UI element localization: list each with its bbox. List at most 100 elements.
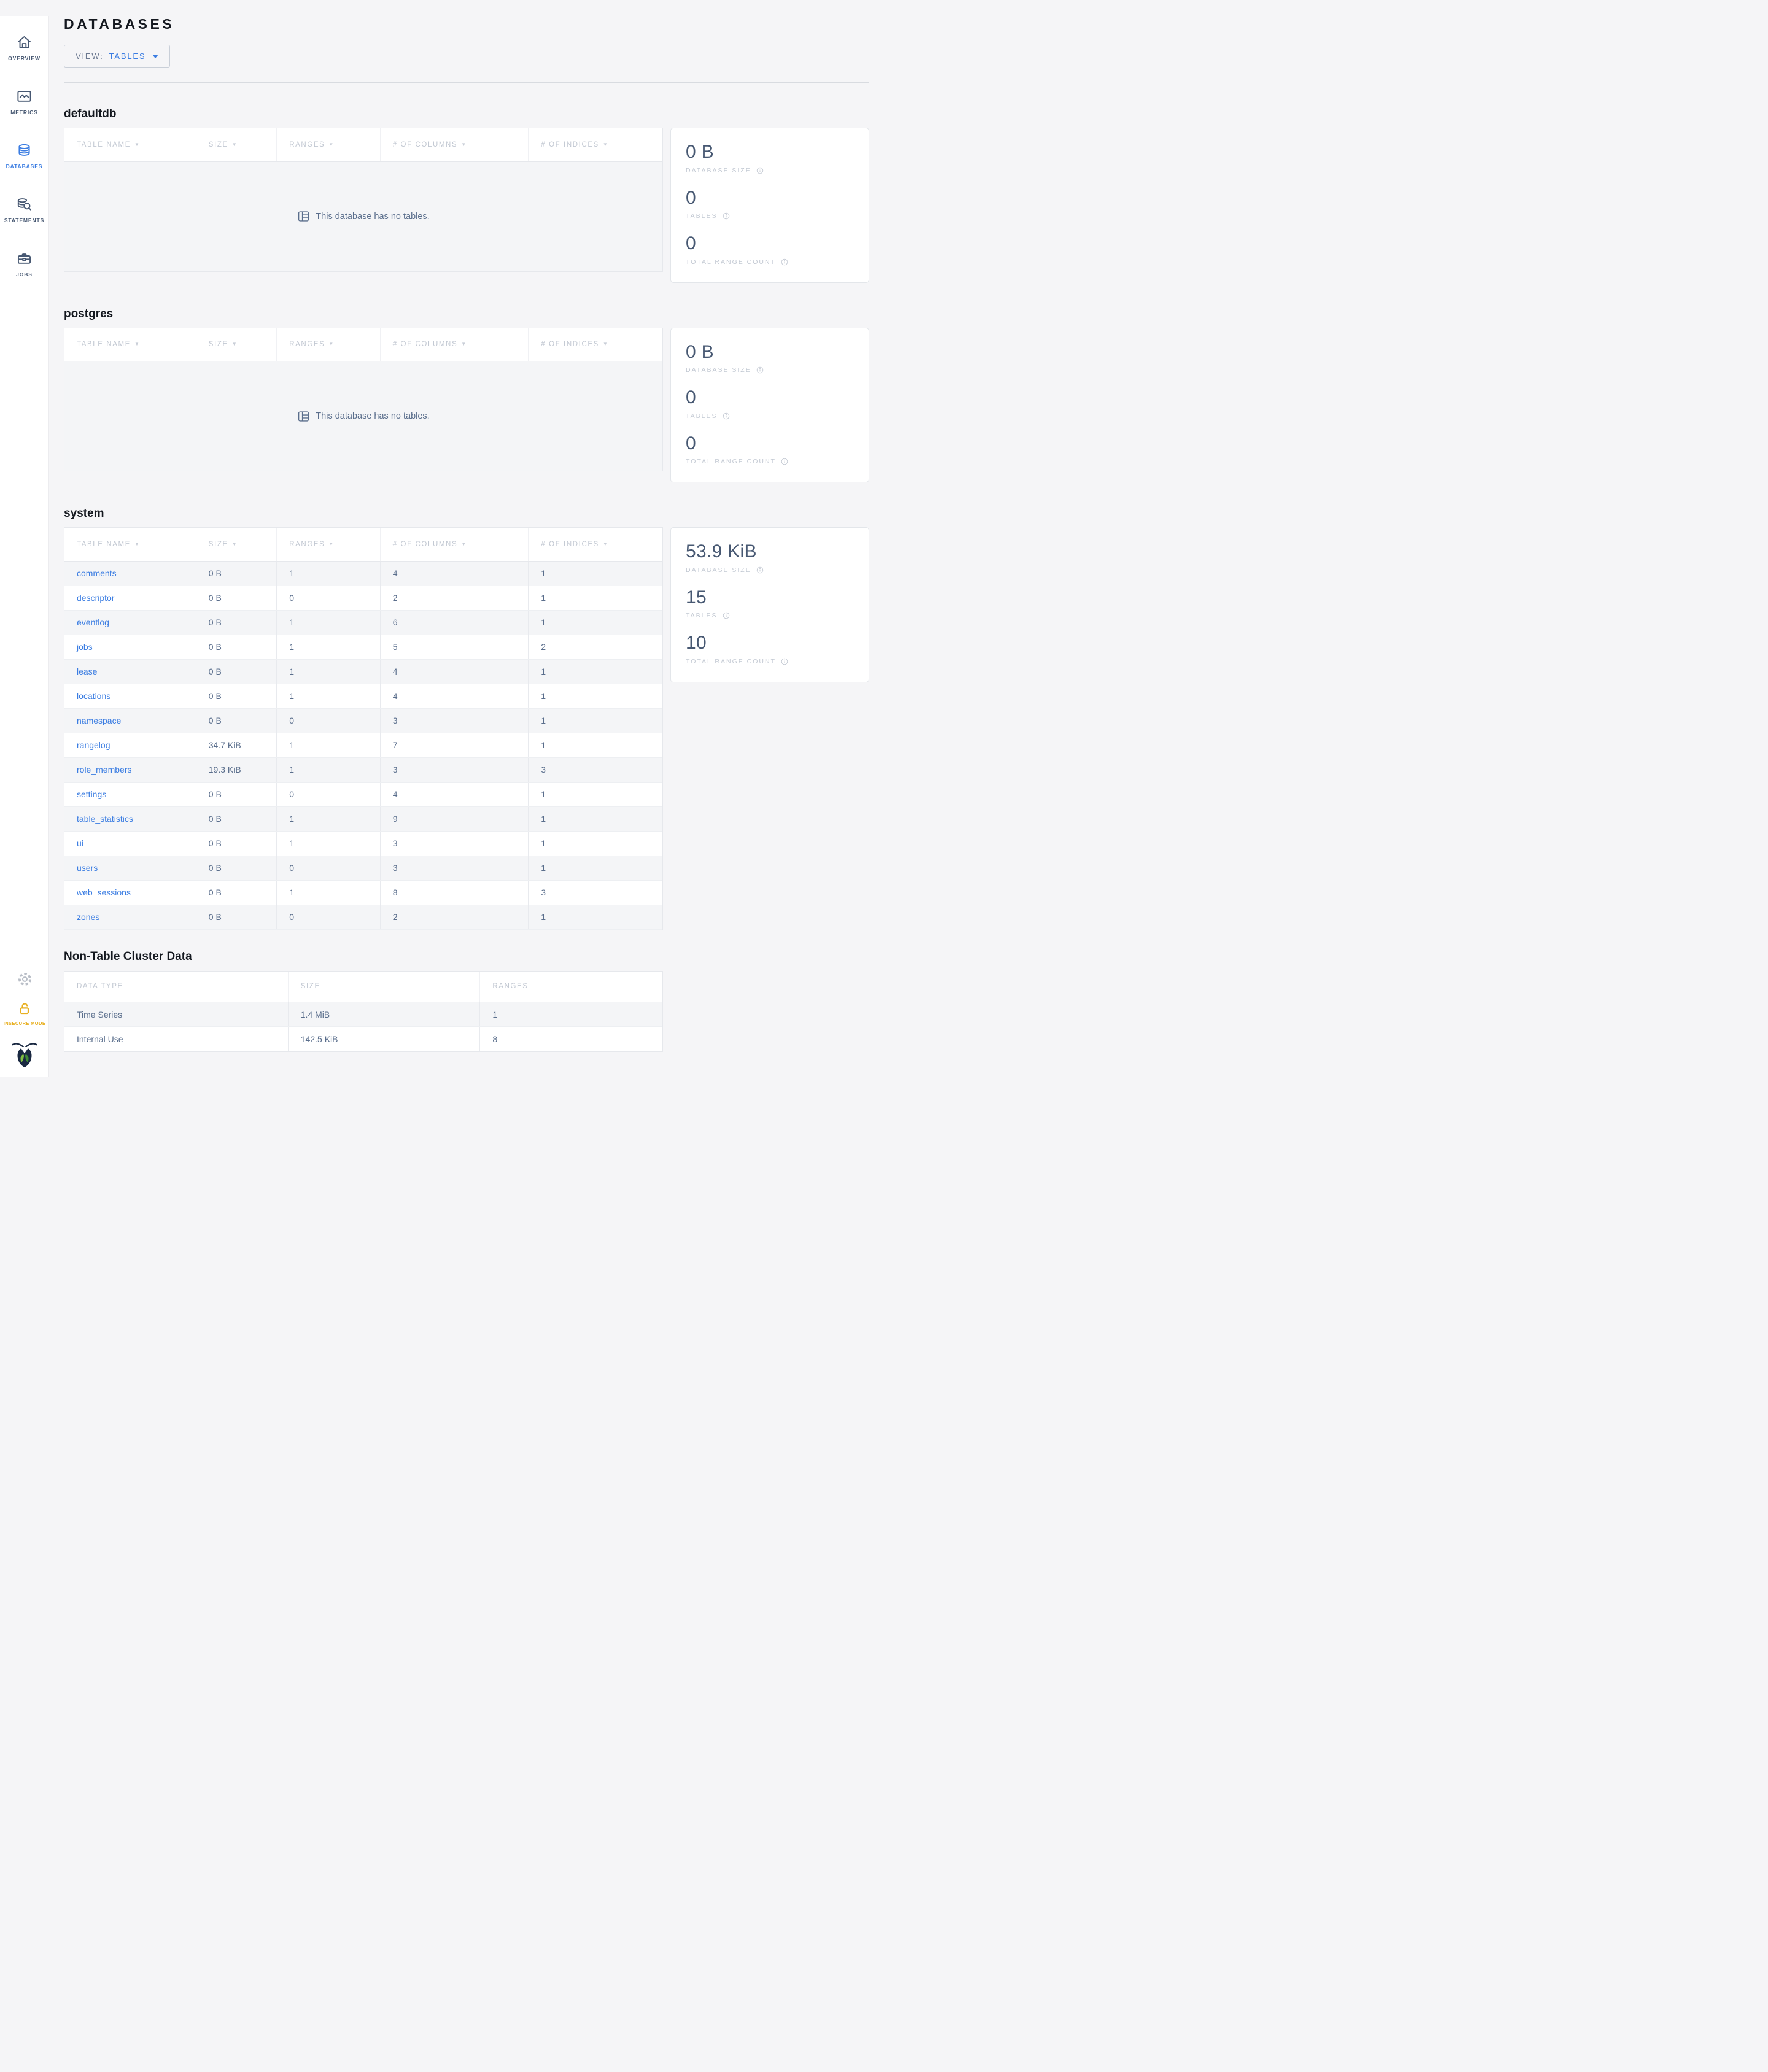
- stat-total-range-count: 0 TOTAL RANGE COUNT: [686, 233, 854, 266]
- sidebar-footer: INSECURE MODE: [0, 971, 49, 1068]
- cell-ranges: 1: [276, 635, 381, 660]
- view-select[interactable]: VIEW: TABLES: [64, 45, 171, 68]
- sidebar: OVERVIEW METRICS DATABASES STATEMENTS JO…: [0, 16, 49, 1077]
- info-icon[interactable]: [722, 611, 731, 620]
- table-link-lease[interactable]: lease: [77, 667, 97, 676]
- stat-database-size: 0 B DATABASE SIZE: [686, 342, 854, 375]
- sort-arrow-icon: ▼: [134, 141, 141, 147]
- column-header-of-columns[interactable]: # OF COLUMNS ▼: [380, 128, 529, 162]
- sidebar-item-metrics[interactable]: METRICS: [0, 80, 49, 124]
- stat-table-count-value: 0: [686, 187, 696, 208]
- table-row: users 0 B 0 3 1: [64, 856, 662, 881]
- column-header-size[interactable]: SIZE ▼: [196, 328, 277, 361]
- cell-size: 0 B: [196, 561, 277, 586]
- table-link-role_members[interactable]: role_members: [77, 765, 131, 775]
- table-link-jobs[interactable]: jobs: [77, 642, 93, 652]
- table-link-web_sessions[interactable]: web_sessions: [77, 887, 131, 897]
- stat-total-range-count-value: 0: [686, 433, 696, 454]
- column-header-of-columns[interactable]: # OF COLUMNS ▼: [380, 328, 529, 361]
- non-table-cluster-data-section: Non-Table Cluster Data DATA TYPE SIZE RANG…: [64, 950, 869, 1052]
- divider: [64, 82, 869, 83]
- sidebar-item-databases[interactable]: DATABASES: [0, 134, 49, 178]
- cell-ranges: 0: [276, 856, 381, 881]
- info-icon[interactable]: [722, 212, 731, 220]
- cell-ranges: 0: [276, 708, 381, 733]
- database-section-defaultdb: defaultdb TABLE NAME ▼ SIZE ▼ RANGES ▼ # OF CO…: [64, 107, 869, 283]
- table-link-comments[interactable]: comments: [77, 568, 117, 578]
- sidebar-item-statements[interactable]: STATEMENTS: [0, 188, 49, 232]
- page-title: DATABASES: [64, 16, 175, 32]
- table-link-table_statistics[interactable]: table_statistics: [77, 814, 133, 824]
- table-link-rangelog[interactable]: rangelog: [77, 740, 110, 750]
- sort-arrow-icon: ▼: [461, 141, 467, 147]
- cockroachdb-logo-icon: [12, 1043, 37, 1068]
- cell-indices: 1: [528, 733, 662, 758]
- info-icon[interactable]: [756, 366, 764, 374]
- sidebar-item-jobs[interactable]: JOBS: [0, 242, 49, 286]
- info-icon[interactable]: [780, 258, 789, 266]
- table-header-row: TABLE NAME ▼ SIZE ▼ RANGES ▼ # OF COLUMNS ▼ # OF…: [64, 528, 662, 562]
- insecure-mode-label: INSECURE MODE: [3, 1021, 46, 1026]
- column-header-ranges[interactable]: RANGES ▼: [276, 328, 381, 361]
- cell-indices: 1: [528, 684, 662, 709]
- cell-ranges: 1: [479, 1002, 662, 1027]
- table-header-row: DATA TYPE SIZE RANGES: [64, 971, 662, 1002]
- table-row: namespace 0 B 0 3 1: [64, 708, 662, 733]
- table-link-locations[interactable]: locations: [77, 691, 110, 701]
- empty-state: This database has no tables.: [64, 361, 662, 471]
- cell-columns: 4: [380, 659, 529, 684]
- sort-arrow-icon: ▼: [461, 541, 467, 547]
- column-header-table-name[interactable]: TABLE NAME ▼: [64, 128, 196, 162]
- database-stats-card: 53.9 KiB DATABASE SIZE 15 TABLES 10 TOTA…: [670, 527, 869, 682]
- info-icon[interactable]: [756, 166, 764, 175]
- table-link-eventlog[interactable]: eventlog: [77, 617, 109, 627]
- column-header-size[interactable]: SIZE ▼: [196, 528, 277, 562]
- cell-indices: 1: [528, 610, 662, 635]
- non-table-data-table: DATA TYPE SIZE RANGES Time Series 1.4 MiB …: [64, 970, 663, 1052]
- column-header-ranges[interactable]: RANGES ▼: [276, 528, 381, 562]
- column-header-of-indices[interactable]: # OF INDICES ▼: [528, 128, 662, 162]
- tables-table: TABLE NAME ▼ SIZE ▼ RANGES ▼ # OF COLUMNS ▼ # OF…: [64, 327, 663, 471]
- settings-gear-icon[interactable]: [17, 971, 33, 988]
- cell-ranges: 1: [276, 733, 381, 758]
- table-header-row: TABLE NAME ▼ SIZE ▼ RANGES ▼ # OF COLUMNS ▼ # OF…: [64, 128, 662, 162]
- cell-indices: 1: [528, 806, 662, 832]
- table-link-settings[interactable]: settings: [77, 789, 106, 799]
- table-link-namespace[interactable]: namespace: [77, 716, 121, 725]
- database-name: defaultdb: [64, 107, 117, 120]
- info-icon[interactable]: [756, 566, 764, 574]
- table-link-ui[interactable]: ui: [77, 838, 83, 848]
- table-link-users[interactable]: users: [77, 863, 98, 873]
- info-icon[interactable]: [780, 657, 789, 666]
- column-header-of-indices[interactable]: # OF INDICES ▼: [528, 528, 662, 562]
- tables-table: TABLE NAME ▼ SIZE ▼ RANGES ▼ # OF COLUMNS ▼ # OF…: [64, 527, 663, 930]
- sort-arrow-icon: ▼: [134, 341, 141, 347]
- table-link-descriptor[interactable]: descriptor: [77, 593, 114, 603]
- databases-icon: [18, 144, 30, 156]
- stat-table-count-label: TABLES: [686, 611, 854, 620]
- column-header-ranges[interactable]: RANGES ▼: [276, 128, 381, 162]
- table-row: jobs 0 B 1 5 2: [64, 635, 662, 660]
- database-section-postgres: postgres TABLE NAME ▼ SIZE ▼ RANGES ▼ # OF COL…: [64, 307, 869, 482]
- database-section-system: system TABLE NAME ▼ SIZE ▼ RANGES ▼ # OF COLUM…: [64, 507, 869, 930]
- info-icon[interactable]: [780, 457, 789, 466]
- sidebar-item-overview[interactable]: OVERVIEW: [0, 26, 49, 70]
- metrics-icon: [17, 91, 31, 102]
- insecure-mode-indicator[interactable]: INSECURE MODE: [4, 1001, 46, 1026]
- info-icon[interactable]: [722, 412, 731, 420]
- stat-database-size: 0 B DATABASE SIZE: [686, 142, 854, 175]
- table-row: descriptor 0 B 0 2 1: [64, 586, 662, 611]
- cell-indices: 1: [528, 708, 662, 733]
- table-link-zones[interactable]: zones: [77, 912, 99, 922]
- cell-columns: 4: [380, 684, 529, 709]
- cell-ranges: 1: [276, 806, 381, 832]
- cell-size: 19.3 KiB: [196, 757, 277, 783]
- cell-columns: 2: [380, 905, 529, 930]
- column-header-table-name[interactable]: TABLE NAME ▼: [64, 328, 196, 361]
- cell-size: 142.5 KiB: [288, 1026, 481, 1051]
- column-header-size[interactable]: SIZE ▼: [196, 128, 277, 162]
- column-header-table-name[interactable]: TABLE NAME ▼: [64, 528, 196, 562]
- cell-columns: 8: [380, 880, 529, 905]
- column-header-of-columns[interactable]: # OF COLUMNS ▼: [380, 528, 529, 562]
- column-header-of-indices[interactable]: # OF INDICES ▼: [528, 328, 662, 361]
